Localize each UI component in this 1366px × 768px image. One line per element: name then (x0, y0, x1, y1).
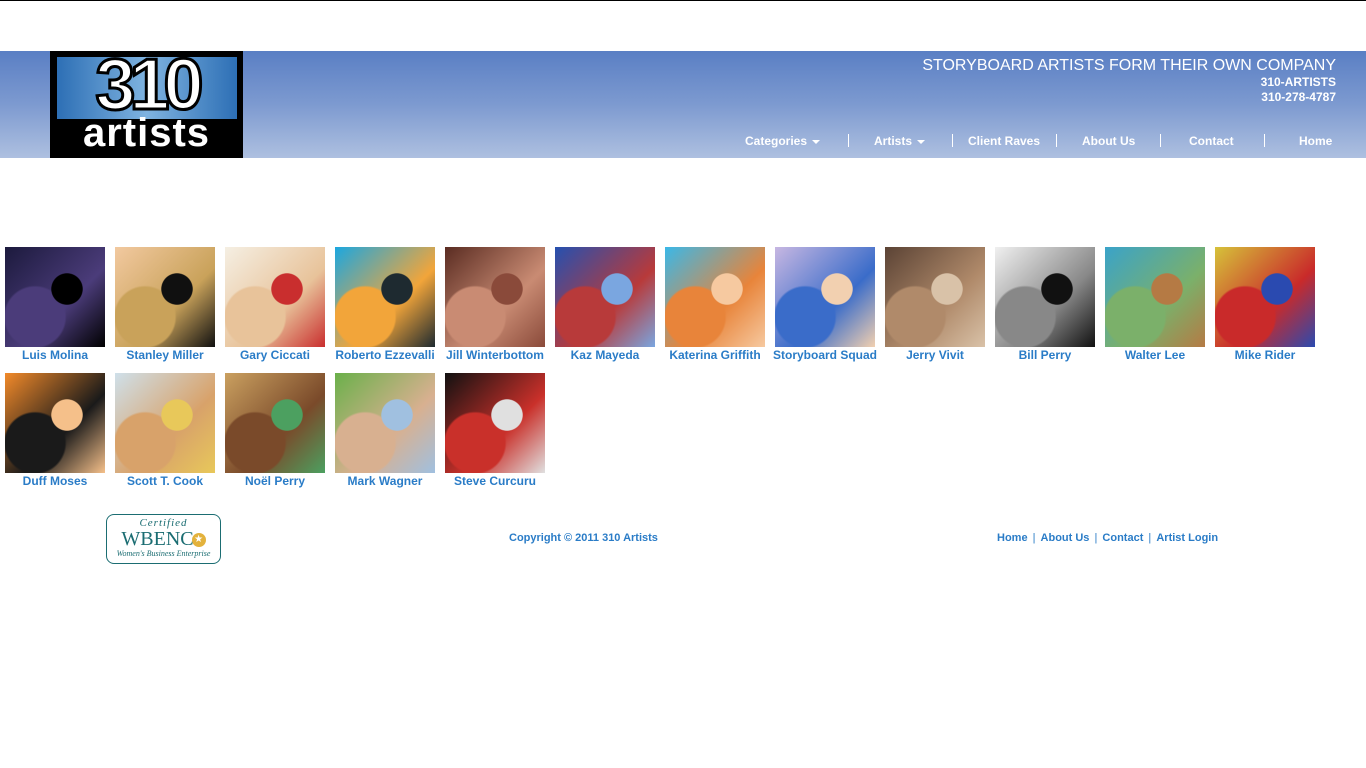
top-rule (0, 0, 1366, 1)
artist-thumbnail[interactable] (225, 373, 325, 473)
nav-label: Client Raves (968, 134, 1041, 148)
artist-thumbnail[interactable] (1105, 247, 1205, 347)
artist-thumbnail[interactable] (5, 247, 105, 347)
company-name: 310-ARTISTS (1260, 75, 1336, 89)
star-icon: ★ (191, 533, 206, 548)
artist-thumbnail[interactable] (775, 247, 875, 347)
artist-thumbnail[interactable] (885, 247, 985, 347)
artist-name[interactable]: Luis Molina (0, 348, 110, 363)
artist-name[interactable]: Mike Rider (1210, 348, 1320, 363)
footer-divider: | (1091, 532, 1101, 544)
nav-label: Contact (1189, 134, 1234, 148)
artist-card[interactable]: Roberto Ezzevalli (330, 247, 440, 363)
artist-card[interactable]: Scott T. Cook (110, 373, 220, 489)
artist-name[interactable]: Scott T. Cook (110, 474, 220, 489)
main-nav: Categories Artists Client Raves About Us… (0, 133, 1366, 149)
artist-thumbnail[interactable] (5, 373, 105, 473)
artist-name[interactable]: Storyboard Squad (770, 348, 880, 363)
artist-thumbnail[interactable] (1215, 247, 1315, 347)
artist-card[interactable]: Steve Curcuru (440, 373, 550, 489)
artist-card[interactable]: Mike Rider (1210, 247, 1320, 363)
chevron-down-icon (917, 139, 926, 144)
artist-name[interactable]: Steve Curcuru (440, 474, 550, 489)
nav-divider (848, 134, 849, 147)
artist-name[interactable]: Walter Lee (1100, 348, 1210, 363)
footer-link-contact[interactable]: Contact (1102, 532, 1143, 544)
artist-name[interactable]: Kaz Mayeda (550, 348, 660, 363)
badge-subtitle: Women's Business Enterprise (116, 549, 211, 558)
artist-card[interactable]: Walter Lee (1100, 247, 1210, 363)
artist-thumbnail[interactable] (445, 373, 545, 473)
nav-label: Artists (874, 134, 913, 148)
nav-label: Categories (745, 134, 808, 148)
artist-card[interactable]: Luis Molina (0, 247, 110, 363)
artist-name[interactable]: Katerina Griffith (660, 348, 770, 363)
artist-card[interactable]: Duff Moses (0, 373, 110, 489)
phone-number: 310-278-4787 (1261, 90, 1336, 104)
footer-links: Home | About Us | Contact | Artist Login (997, 532, 1218, 544)
site-header: 310 artists STORYBOARD ARTISTS FORM THEI… (0, 51, 1366, 158)
nav-home[interactable]: Home (1299, 133, 1332, 149)
artist-card[interactable]: Noël Perry (220, 373, 330, 489)
nav-artists[interactable]: Artists (874, 133, 926, 149)
artist-thumbnail[interactable] (225, 247, 325, 347)
artist-card[interactable]: Katerina Griffith (660, 247, 770, 363)
artist-card[interactable]: Kaz Mayeda (550, 247, 660, 363)
artist-name[interactable]: Bill Perry (990, 348, 1100, 363)
badge-title: WBENC★ (107, 529, 220, 549)
nav-contact[interactable]: Contact (1189, 133, 1234, 149)
nav-divider (1056, 134, 1057, 147)
nav-divider (1160, 134, 1161, 147)
copyright: Copyright © 2011 310 Artists (509, 532, 658, 544)
artist-thumbnail[interactable] (115, 373, 215, 473)
artist-name[interactable]: Stanley Miller (110, 348, 220, 363)
artist-thumbnail[interactable] (555, 247, 655, 347)
headline: STORYBOARD ARTISTS FORM THEIR OWN COMPAN… (922, 57, 1336, 74)
artist-card[interactable]: Gary Ciccati (220, 247, 330, 363)
artist-card[interactable]: Jerry Vivit (880, 247, 990, 363)
artist-thumbnail[interactable] (995, 247, 1095, 347)
artist-thumbnail[interactable] (445, 247, 545, 347)
artist-thumbnail[interactable] (335, 373, 435, 473)
artist-card[interactable]: Stanley Miller (110, 247, 220, 363)
artist-thumbnail[interactable] (665, 247, 765, 347)
artist-name[interactable]: Gary Ciccati (220, 348, 330, 363)
artist-thumbnail[interactable] (335, 247, 435, 347)
nav-divider (952, 134, 953, 147)
footer-divider: | (1029, 532, 1039, 544)
nav-about-us[interactable]: About Us (1082, 133, 1135, 149)
nav-categories[interactable]: Categories (745, 133, 821, 149)
artist-card[interactable]: Jill Winterbottom (440, 247, 550, 363)
artist-name[interactable]: Mark Wagner (330, 474, 440, 489)
footer-link-home[interactable]: Home (997, 532, 1028, 544)
artist-card[interactable]: Bill Perry (990, 247, 1100, 363)
chevron-down-icon (812, 139, 821, 144)
artist-card[interactable]: Mark Wagner (330, 373, 440, 489)
header-info: STORYBOARD ARTISTS FORM THEIR OWN COMPAN… (922, 57, 1336, 105)
artist-name[interactable]: Roberto Ezzevalli (330, 348, 440, 363)
nav-label: About Us (1082, 134, 1136, 148)
artist-card[interactable]: Storyboard Squad (770, 247, 880, 363)
nav-divider (1264, 134, 1265, 147)
artist-name[interactable]: Jill Winterbottom (440, 348, 550, 363)
footer-divider: | (1145, 532, 1155, 544)
nav-client-raves[interactable]: Client Raves (968, 133, 1040, 149)
badge-main-text: WBENC (121, 528, 194, 550)
footer-link-artist-login[interactable]: Artist Login (1156, 532, 1218, 544)
footer-link-about-us[interactable]: About Us (1041, 532, 1090, 544)
artist-name[interactable]: Noël Perry (220, 474, 330, 489)
artist-name[interactable]: Jerry Vivit (880, 348, 990, 363)
artist-name[interactable]: Duff Moses (0, 474, 110, 489)
wbenc-badge: Certified WBENC★ Women's Business Enterp… (106, 514, 221, 564)
nav-label: Home (1299, 134, 1333, 148)
artist-thumbnail[interactable] (115, 247, 215, 347)
